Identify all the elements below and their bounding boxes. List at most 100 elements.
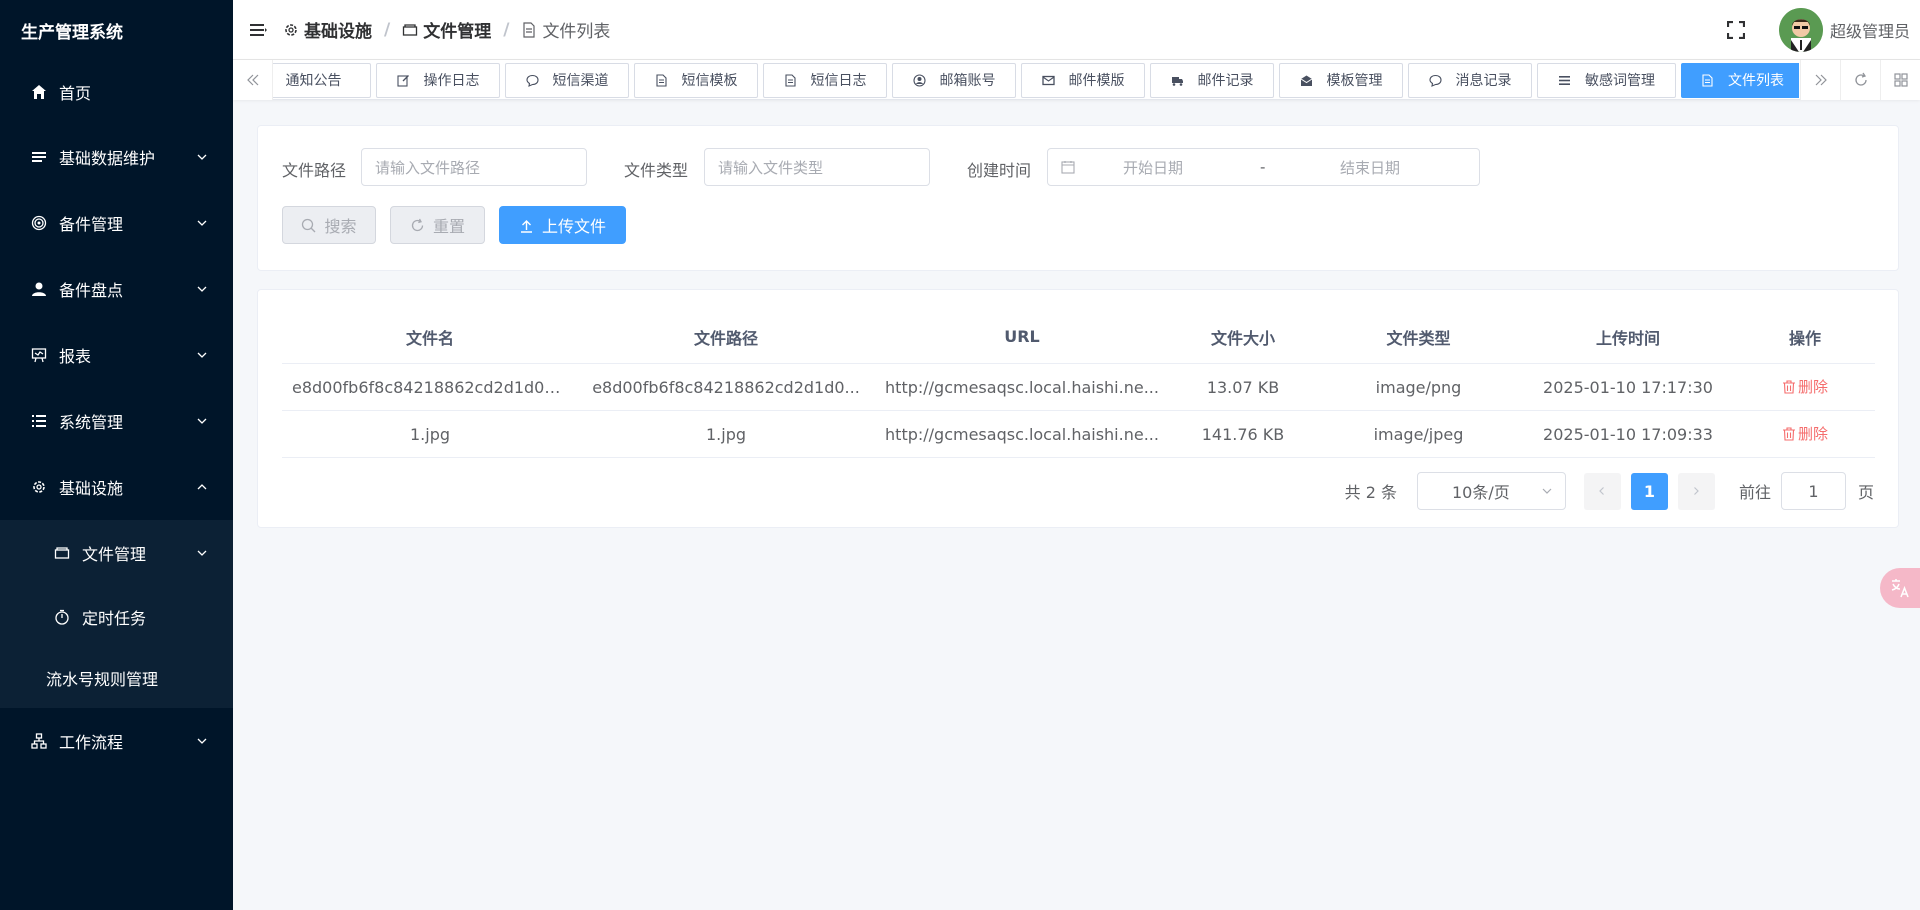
sidebar-item-workflow[interactable]: 工作流程 bbox=[0, 708, 233, 774]
tab-8[interactable]: 邮件记录 bbox=[1150, 62, 1274, 98]
tab-12[interactable]: 文件列表 bbox=[1681, 62, 1799, 98]
page-suffix: 页 bbox=[1857, 483, 1874, 502]
cell-size: 13.07 KB bbox=[1206, 377, 1280, 397]
tags-menu-button[interactable] bbox=[1880, 60, 1920, 100]
tab-11[interactable]: 敏感词管理 bbox=[1537, 62, 1676, 98]
delete-button[interactable]: 删除 bbox=[1782, 423, 1828, 444]
delete-label: 删除 bbox=[1797, 378, 1828, 397]
breadcrumb-item-infrastructure[interactable]: 基础设施 bbox=[283, 17, 372, 42]
path-input[interactable]: 请输入文件路径 bbox=[361, 148, 587, 186]
tags-scroll-right-button[interactable] bbox=[1800, 60, 1840, 100]
sidebar-item-serial-rules[interactable]: 流水号规则管理 bbox=[0, 648, 233, 708]
tab-9[interactable]: 模板管理 bbox=[1279, 62, 1403, 98]
doc-icon bbox=[784, 73, 804, 87]
grid-icon bbox=[1893, 73, 1908, 87]
breadcrumb: 基础设施 / 文件管理 / 文件列表 bbox=[283, 17, 610, 42]
search-button[interactable]: 搜索 bbox=[282, 206, 376, 244]
list-icon bbox=[29, 147, 49, 167]
goto-page-input[interactable]: 1 bbox=[1780, 472, 1846, 510]
tab-10[interactable]: 消息记录 bbox=[1408, 62, 1532, 98]
date-range-picker[interactable]: 开始日期 - 结束日期 bbox=[1047, 148, 1480, 186]
sidebar-item-home[interactable]: 首页 bbox=[0, 60, 233, 124]
sidebar-item-system[interactable]: 系统管理 bbox=[0, 388, 233, 454]
refresh-icon bbox=[411, 218, 424, 231]
delete-button[interactable]: 删除 bbox=[1782, 376, 1828, 397]
cell-filename: e8d00fb6f8c84218862cd2d1d0d... bbox=[292, 377, 570, 397]
sidebar-item-infrastructure[interactable]: 基础设施 bbox=[0, 454, 233, 520]
tab-1[interactable]: 通知公告 bbox=[273, 62, 371, 98]
goto-page-value: 1 bbox=[1808, 481, 1819, 501]
translate-float-button[interactable] bbox=[1880, 568, 1920, 608]
header: 基础设施 / 文件管理 / 文件列表 超级管理员 bbox=[233, 0, 1920, 60]
tags-scroll-left-button[interactable] bbox=[233, 60, 273, 100]
chevron-down-icon bbox=[197, 550, 207, 556]
cell-url: http://gcmesaqsc.local.haishi.ne... bbox=[885, 377, 1159, 397]
cell-size: 141.76 KB bbox=[1201, 424, 1285, 444]
mail-open-icon bbox=[1300, 74, 1320, 87]
tab-3[interactable]: 短信渠道 bbox=[505, 62, 629, 98]
chevron-down-icon bbox=[197, 154, 207, 160]
tab-6[interactable]: 邮箱账号 bbox=[892, 62, 1016, 98]
date-range-separator: - bbox=[1260, 158, 1266, 176]
reset-button[interactable]: 重置 bbox=[390, 206, 485, 244]
tags-list: 通知公告 操作日志 短信渠道 短信模板 短信日志 邮箱账号 邮件模版 邮件记录 模板管理 消息记录… bbox=[273, 60, 1799, 100]
prev-page-button[interactable] bbox=[1583, 472, 1621, 510]
tab-4[interactable]: 短信模板 bbox=[634, 62, 758, 98]
page-size-value: 10条/页 bbox=[1451, 483, 1510, 502]
chevron-down-icon bbox=[197, 220, 207, 226]
tab-label: 短信日志 bbox=[810, 73, 867, 89]
search-form: 文件路径 请输入文件路径 文件类型 请输入文件类型 创建时间 开始日期 - 结束… bbox=[257, 125, 1899, 271]
tab-label: 邮件模版 bbox=[1068, 73, 1125, 89]
breadcrumb-item-file-list: 文件列表 bbox=[521, 17, 610, 42]
next-page-button[interactable] bbox=[1677, 472, 1715, 510]
page-number-button[interactable]: 1 bbox=[1630, 472, 1668, 510]
column-header: 文件路径 bbox=[693, 328, 758, 348]
breadcrumb-separator: / bbox=[384, 19, 391, 40]
sidebar-item-scheduled-tasks[interactable]: 定时任务 bbox=[0, 586, 233, 648]
table-row: e8d00fb6f8c84218862cd2d1d0d... e8d00fb6f… bbox=[282, 364, 1875, 411]
doc-icon bbox=[523, 21, 536, 38]
sidebar: 生产管理系统 首页 基础数据维护 备件管理 备件盘点 报表 系统管理 基础设施 … bbox=[0, 0, 233, 910]
upload-button[interactable]: 上传文件 bbox=[499, 206, 626, 244]
sidebar-item-label: 备件盘点 bbox=[59, 281, 124, 300]
user-circle-icon bbox=[912, 73, 933, 87]
page-size-select[interactable]: 10条/页 bbox=[1416, 472, 1566, 510]
hamburger-icon bbox=[250, 23, 267, 36]
cell-filename: 1.jpg bbox=[409, 424, 451, 444]
message-icon bbox=[1428, 74, 1449, 87]
hamburger-button[interactable] bbox=[233, 0, 283, 60]
path-label: 文件路径 bbox=[282, 161, 347, 180]
tab-2[interactable]: 操作日志 bbox=[376, 62, 500, 98]
breadcrumb-item-file-management[interactable]: 文件管理 bbox=[402, 17, 491, 42]
fullscreen-icon bbox=[1726, 21, 1745, 39]
breadcrumb-separator: / bbox=[503, 19, 510, 40]
username[interactable]: 超级管理员 bbox=[1830, 18, 1910, 42]
calendar-icon bbox=[1061, 161, 1075, 174]
header-right: 超级管理员 bbox=[1721, 0, 1910, 60]
avatar[interactable] bbox=[1778, 8, 1823, 52]
sidebar-item-inventory[interactable]: 备件盘点 bbox=[0, 256, 233, 322]
tab-label: 消息记录 bbox=[1455, 73, 1512, 89]
tab-5[interactable]: 短信日志 bbox=[763, 62, 887, 98]
sidebar-item-file-management[interactable]: 文件管理 bbox=[0, 520, 233, 586]
refresh-button[interactable] bbox=[1840, 60, 1880, 100]
tab-label: 敏感词管理 bbox=[1585, 73, 1655, 89]
trash-icon bbox=[1782, 427, 1795, 441]
cell-type: image/png bbox=[1375, 377, 1462, 397]
type-input[interactable]: 请输入文件类型 bbox=[704, 148, 930, 186]
timer-icon bbox=[52, 607, 72, 627]
trash-icon bbox=[1782, 380, 1795, 394]
sidebar-item-spare-parts[interactable]: 备件管理 bbox=[0, 190, 233, 256]
fullscreen-button[interactable] bbox=[1721, 15, 1751, 45]
tab-7[interactable]: 邮件模版 bbox=[1021, 62, 1145, 98]
tab-label: 邮箱账号 bbox=[939, 73, 996, 89]
goto-label: 前往 bbox=[1738, 483, 1771, 502]
upload-icon bbox=[520, 219, 532, 233]
sidebar-item-basic-data[interactable]: 基础数据维护 bbox=[0, 124, 233, 190]
breadcrumb-label: 文件列表 bbox=[542, 22, 611, 42]
sidebar-item-reports[interactable]: 报表 bbox=[0, 322, 233, 388]
sidebar-item-label: 文件管理 bbox=[82, 545, 147, 564]
path-placeholder: 请输入文件路径 bbox=[375, 158, 481, 177]
double-chevron-left-icon bbox=[246, 74, 258, 86]
delete-label: 删除 bbox=[1797, 425, 1828, 444]
